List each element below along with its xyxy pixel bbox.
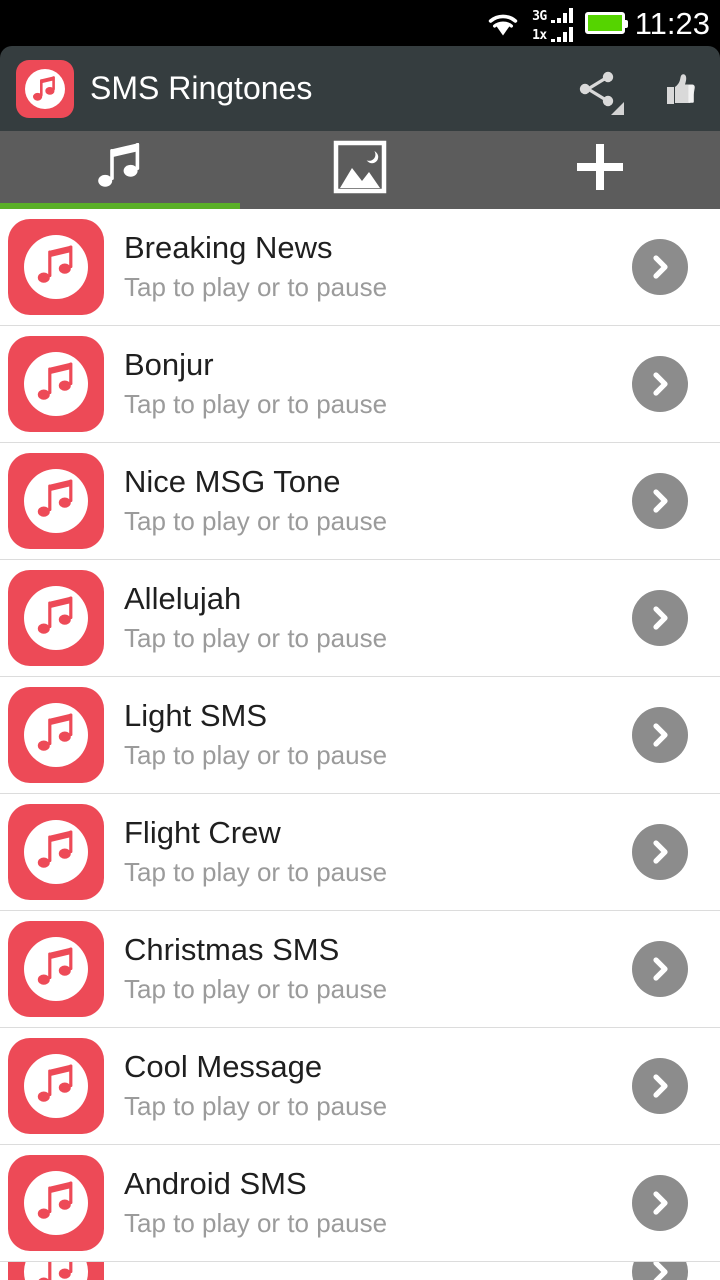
app-title: SMS Ringtones (90, 70, 313, 106)
signal-3g-label: 3G (532, 9, 547, 24)
ringtone-text-block: Android SMS Tap to play or to pause (124, 1166, 632, 1240)
chevron-right-icon (653, 606, 668, 630)
ringtone-text-block: Flight Crew Tap to play or to pause (124, 815, 632, 889)
chevron-right-icon (653, 1191, 668, 1215)
ringtone-music-note-icon (8, 687, 104, 783)
ringtone-title: Flight Crew (124, 815, 281, 850)
ringtone-music-note-icon (8, 1155, 104, 1251)
chevron-right-icon (653, 1074, 668, 1098)
ringtone-title: Android SMS (124, 1166, 307, 1201)
ringtone-details-button[interactable] (632, 941, 688, 997)
list-item-5[interactable]: Flight Crew Tap to play or to pause (0, 794, 720, 911)
ringtone-subtitle: Tap to play or to pause (124, 974, 388, 1004)
signal-1x-bars (549, 27, 573, 42)
wifi-icon (486, 10, 520, 36)
battery-icon (584, 12, 628, 34)
ringtone-text-block: Nice MSG Tone Tap to play or to pause (124, 464, 632, 538)
chevron-right-icon (653, 957, 668, 981)
signal-3g-row: 3G (532, 4, 573, 23)
app-screen: 3G 1x 11:23 SMS Ringtones Breaking News … (0, 0, 720, 1280)
ringtone-text-block: Bonjur Tap to play or to pause (124, 347, 632, 421)
chevron-right-icon (653, 723, 668, 747)
ringtone-subtitle: Tap to play or to pause (124, 272, 388, 302)
ringtone-music-note-icon (8, 336, 104, 432)
signal-1x-label: 1x (532, 28, 547, 43)
ringtone-title: Allelujah (124, 581, 242, 616)
share-button[interactable] (556, 46, 638, 131)
ringtone-subtitle: Tap to play or to pause (124, 389, 388, 419)
ringtone-music-note-icon (8, 921, 104, 1017)
ringtone-music-note-icon (8, 1038, 104, 1134)
share-dropdown-caret-icon (611, 102, 624, 115)
ringtone-title: Breaking News (124, 230, 333, 265)
status-bar: 3G 1x 11:23 (0, 0, 720, 46)
list-item-4[interactable]: Light SMS Tap to play or to pause (0, 677, 720, 794)
cellular-signal-icons: 3G 1x (532, 3, 573, 43)
ringtone-details-button[interactable] (632, 590, 688, 646)
ringtone-details-button[interactable] (632, 1262, 688, 1280)
chevron-right-icon (653, 1262, 668, 1280)
ringtone-title: Cool Message (124, 1049, 323, 1084)
ringtone-music-note-icon (8, 219, 104, 315)
thumbs-up-icon (667, 73, 695, 104)
ringtone-music-note-icon (8, 1262, 104, 1280)
music-note-icon (98, 143, 140, 187)
ringtone-text-block: Allelujah Tap to play or to pause (124, 581, 632, 655)
ringtone-title: Light SMS (124, 698, 268, 733)
tab-add[interactable] (480, 131, 720, 203)
ringtone-details-button[interactable] (632, 1058, 688, 1114)
thumbs-up-button[interactable] (638, 46, 720, 131)
ringtone-text-block: Christmas SMS Tap to play or to pause (124, 932, 632, 1006)
ringtone-details-button[interactable] (632, 356, 688, 412)
ringtone-list[interactable]: Breaking News Tap to play or to pause Bo… (0, 209, 720, 1280)
action-bar: SMS Ringtones (0, 46, 720, 131)
plus-icon (577, 144, 623, 190)
ringtone-details-button[interactable] (632, 1175, 688, 1231)
ringtone-music-note-icon (8, 453, 104, 549)
list-item-7[interactable]: Cool Message Tap to play or to pause (0, 1028, 720, 1145)
chevron-right-icon (653, 840, 668, 864)
signal-1x-row: 1x (532, 23, 573, 42)
ringtone-text-block (124, 1270, 632, 1274)
ringtone-subtitle: Tap to play or to pause (124, 1091, 388, 1121)
tab-wallpapers[interactable] (240, 131, 480, 203)
list-item-3[interactable]: Allelujah Tap to play or to pause (0, 560, 720, 677)
ringtone-subtitle: Tap to play or to pause (124, 1208, 388, 1238)
ringtone-title: Nice MSG Tone (124, 464, 341, 499)
signal-3g-bars (549, 8, 573, 23)
list-item-6[interactable]: Christmas SMS Tap to play or to pause (0, 911, 720, 1028)
ringtone-subtitle: Tap to play or to pause (124, 506, 388, 536)
status-bar-clock: 11:23 (634, 5, 710, 41)
ringtone-details-button[interactable] (632, 707, 688, 763)
ringtone-title: Bonjur (124, 347, 214, 382)
ringtone-details-button[interactable] (632, 824, 688, 880)
tab-ringtones[interactable] (0, 131, 240, 203)
ringtone-subtitle: Tap to play or to pause (124, 857, 388, 887)
ringtone-text-block: Cool Message Tap to play or to pause (124, 1049, 632, 1123)
ringtone-details-button[interactable] (632, 473, 688, 529)
chevron-right-icon (653, 255, 668, 279)
image-icon (333, 140, 387, 194)
ringtone-subtitle: Tap to play or to pause (124, 740, 388, 770)
list-item-0[interactable]: Breaking News Tap to play or to pause (0, 209, 720, 326)
ringtone-text-block: Breaking News Tap to play or to pause (124, 230, 632, 304)
list-item-partial[interactable] (0, 1262, 720, 1280)
app-logo-music-note-icon (16, 59, 74, 118)
ringtone-title: Christmas SMS (124, 932, 340, 967)
chevron-right-icon (653, 489, 668, 513)
ringtone-details-button[interactable] (632, 239, 688, 295)
ringtone-text-block: Light SMS Tap to play or to pause (124, 698, 632, 772)
ringtone-subtitle: Tap to play or to pause (124, 623, 388, 653)
tab-bar (0, 131, 720, 203)
list-item-1[interactable]: Bonjur Tap to play or to pause (0, 326, 720, 443)
chevron-right-icon (653, 372, 668, 396)
list-item-8[interactable]: Android SMS Tap to play or to pause (0, 1145, 720, 1262)
list-item-2[interactable]: Nice MSG Tone Tap to play or to pause (0, 443, 720, 560)
battery-fill (587, 15, 622, 31)
ringtone-music-note-icon (8, 570, 104, 666)
ringtone-music-note-icon (8, 804, 104, 900)
